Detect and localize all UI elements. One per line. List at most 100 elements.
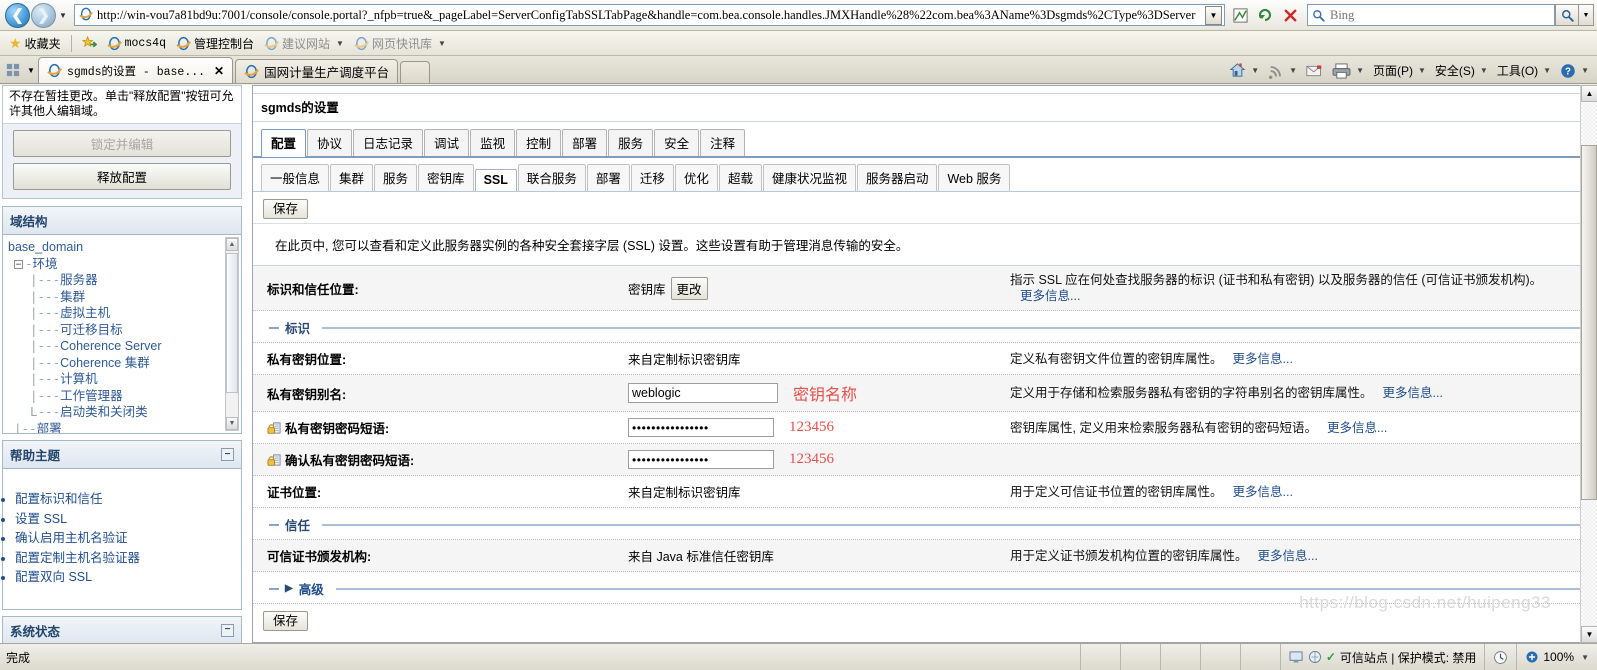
release-configuration-button[interactable]: 释放配置 [13, 163, 231, 190]
chevron-down-icon[interactable]: ▼ [1581, 66, 1589, 75]
quick-tabs-icon[interactable] [2, 59, 24, 81]
private-key-alias-input[interactable] [628, 383, 778, 403]
tab-keystores[interactable]: 密钥库 [418, 164, 474, 191]
tab-logging[interactable]: 日志记录 [353, 129, 424, 156]
compatibility-view-icon[interactable] [1229, 4, 1252, 27]
chevron-down-icon[interactable]: ▼ [1289, 66, 1297, 75]
tab-health-monitoring[interactable]: 健康状况监视 [762, 164, 856, 191]
tree-node-coherence-cluster[interactable]: |---Coherence 集群 [8, 355, 241, 372]
confirm-private-key-passphrase-input[interactable]: •••••••••••••••• [628, 450, 774, 469]
collapse-icon[interactable]: − [221, 623, 234, 637]
collapse-minus-icon[interactable]: − [14, 259, 23, 269]
scroll-down-icon[interactable]: ▼ [226, 417, 238, 430]
tab-migration[interactable]: 迁移 [630, 164, 674, 191]
save-button-top[interactable]: 保存 [263, 199, 309, 219]
stop-icon[interactable] [1279, 4, 1302, 27]
tab-ssl[interactable]: SSL [474, 169, 517, 191]
chevron-down-icon[interactable]: ▼ [336, 39, 344, 48]
more-info-link[interactable]: 更多信息... [1233, 352, 1293, 366]
scroll-up-icon[interactable]: ▲ [1581, 85, 1597, 102]
search-input[interactable]: Bing [1307, 4, 1555, 26]
tree-node-environment[interactable]: − -环境 [8, 256, 241, 273]
chevron-down-icon[interactable]: ▼ [1356, 66, 1364, 75]
forward-icon[interactable]: ❯ [31, 2, 56, 28]
more-info-link[interactable]: 更多信息... [1258, 549, 1318, 563]
tab-general[interactable]: 一般信息 [261, 164, 330, 191]
list-item[interactable]: 配置标识和信任 [15, 490, 233, 510]
more-info-link[interactable]: 更多信息... [1020, 289, 1080, 303]
tab-overload[interactable]: 超载 [718, 164, 762, 191]
search-button[interactable] [1555, 4, 1579, 26]
home-button[interactable]: ▼ [1225, 60, 1263, 81]
tree-node-base-domain[interactable]: base_domain [8, 239, 241, 256]
tree-scrollbar[interactable]: ▲ ▼ [225, 237, 239, 431]
tools-menu-button[interactable]: 工具(O) ▼ [1493, 60, 1555, 81]
help-menu-button[interactable]: ? ▼ [1556, 61, 1593, 81]
page-scrollbar[interactable]: ▲ ▼ [1580, 85, 1597, 643]
security-zone-indicator[interactable]: ✓ 可信站点 | 保护模式: 禁用 [1279, 644, 1485, 670]
favorite-item-web-slice-gallery[interactable]: 网页快讯库 ▼ [349, 33, 451, 54]
tree-node-work-managers[interactable]: |---工作管理器 [8, 388, 241, 405]
tab-notes[interactable]: 注释 [700, 129, 746, 156]
tab-monitoring[interactable]: 监视 [470, 129, 516, 156]
tab-services[interactable]: 服务 [608, 129, 654, 156]
favorite-item-admin-console[interactable]: 管理控制台 [171, 33, 259, 54]
tree-node-machines[interactable]: |---计算机 [8, 371, 241, 388]
favorite-item-suggested-sites[interactable]: 建议网站 ▼ [259, 33, 349, 54]
list-item[interactable]: 设置 SSL [15, 510, 233, 530]
help-link[interactable]: 配置双向 SSL [15, 570, 92, 584]
help-link[interactable]: 确认启用主机名验证 [15, 531, 128, 545]
save-button-bottom[interactable]: 保存 [263, 611, 309, 631]
tab-server-start[interactable]: 服务器启动 [856, 164, 938, 191]
scroll-down-icon[interactable]: ▼ [1581, 626, 1597, 643]
tab-guowang-platform[interactable]: 国网计量生产调度平台 [235, 59, 399, 83]
search-provider-dropdown-icon[interactable]: ▼ [1579, 4, 1594, 26]
tab-deployments[interactable]: 部署 [562, 129, 608, 156]
tree-node-coherence-server[interactable]: |---Coherence Server [8, 338, 241, 355]
zoom-indicator[interactable]: 100% ▼ [1516, 644, 1597, 670]
tree-node-clusters[interactable]: |---集群 [8, 289, 241, 306]
safety-menu-button[interactable]: 安全(S) ▼ [1431, 60, 1492, 81]
tab-sgmds-settings[interactable]: sgmds的设置 - base... ✕ [38, 57, 234, 83]
new-tab-button[interactable] [400, 61, 431, 83]
tree-node-deployments[interactable]: |--部署 [8, 421, 241, 434]
favorite-item-mocs4q[interactable]: mocs4q [102, 34, 171, 53]
chevron-down-icon[interactable]: ▼ [1581, 653, 1589, 662]
tab-configuration[interactable]: 配置 [261, 129, 307, 157]
collapse-icon[interactable]: − [221, 448, 234, 461]
address-dropdown-icon[interactable]: ▼ [1205, 5, 1222, 25]
add-to-favorites-button[interactable] [77, 34, 102, 53]
scroll-thumb[interactable] [226, 253, 238, 393]
feeds-button[interactable]: ▼ [1264, 61, 1301, 81]
more-info-link[interactable]: 更多信息... [1327, 421, 1387, 435]
chevron-down-icon[interactable]: ▼ [438, 39, 446, 48]
tab-tuning[interactable]: 优化 [674, 164, 718, 191]
tab-list-dropdown-icon[interactable]: ▼ [24, 59, 38, 81]
tree-node-migratable-targets[interactable]: |---可迁移目标 [8, 322, 241, 339]
page-menu-button[interactable]: 页面(P) ▼ [1369, 60, 1430, 81]
help-link[interactable]: 设置 SSL [15, 512, 67, 526]
tree-node-servers[interactable]: |---服务器 [8, 272, 241, 289]
section-header-advanced[interactable]: ▶ 高级 [253, 572, 1596, 604]
tab-deployment[interactable]: 部署 [586, 164, 630, 191]
tab-security[interactable]: 安全 [654, 129, 700, 156]
help-link[interactable]: 配置定制主机名验证器 [15, 551, 140, 565]
recent-pages-dropdown-icon[interactable]: ▼ [57, 11, 69, 20]
chevron-down-icon[interactable]: ▼ [1251, 66, 1259, 75]
tab-cluster[interactable]: 集群 [330, 164, 374, 191]
refresh-icon[interactable] [1254, 4, 1277, 27]
scroll-up-icon[interactable]: ▲ [226, 238, 238, 251]
list-item[interactable]: 确认启用主机名验证 [15, 529, 233, 549]
tab-control[interactable]: 控制 [516, 129, 562, 156]
back-icon[interactable]: ❮ [5, 2, 30, 28]
tab-federation-services[interactable]: 联合服务 [517, 164, 586, 191]
list-item[interactable]: 配置双向 SSL [15, 568, 233, 588]
read-mail-button[interactable] [1302, 62, 1327, 80]
list-item[interactable]: 配置定制主机名验证器 [15, 549, 233, 569]
more-info-link[interactable]: 更多信息... [1233, 485, 1293, 499]
chevron-down-icon[interactable]: ▼ [1543, 66, 1551, 75]
close-icon[interactable]: ✕ [214, 64, 224, 78]
print-button[interactable]: ▼ [1328, 61, 1368, 81]
chevron-down-icon[interactable]: ▼ [1480, 66, 1488, 75]
scroll-thumb[interactable] [1581, 145, 1597, 500]
